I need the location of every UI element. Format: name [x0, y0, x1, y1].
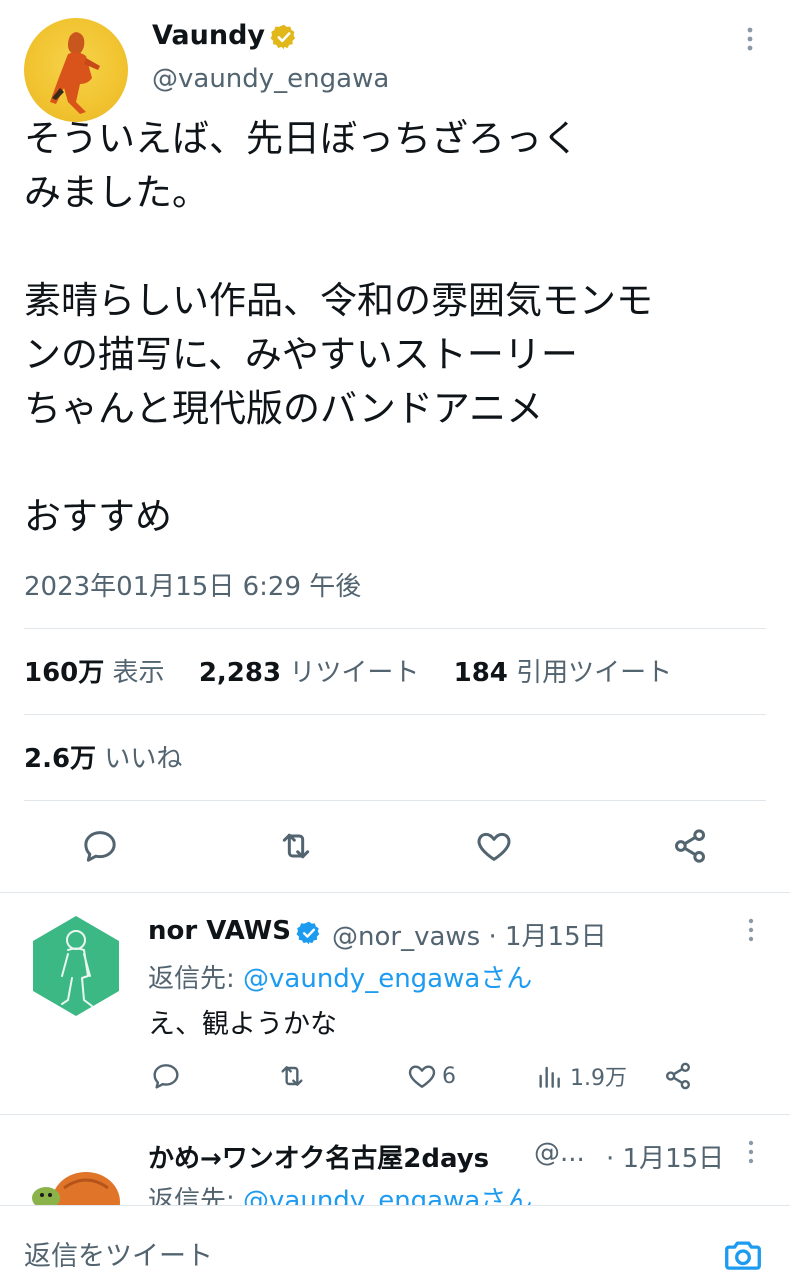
reply-tweet[interactable]: かめ→ワンオク名古屋2days @... · 1月15日 返信先: @vaund…: [0, 1114, 790, 1205]
views-label: 表示: [112, 658, 165, 688]
reply-icon: [84, 831, 116, 862]
author-avatar[interactable]: [24, 18, 128, 122]
share-icon: [666, 1062, 690, 1090]
more-icon[interactable]: [740, 24, 760, 54]
share-icon: [675, 829, 705, 863]
like-icon: [477, 832, 511, 861]
reply-to-handle[interactable]: @vaundy_engawaさん: [243, 1186, 532, 1205]
reply-avatar[interactable]: [24, 914, 128, 1018]
divider: [24, 628, 766, 629]
reply-to-prefix: 返信先:: [148, 964, 244, 994]
retweet-icon: [281, 1066, 303, 1086]
more-icon[interactable]: [742, 1138, 760, 1166]
reply-date[interactable]: · 1月15日: [606, 1138, 724, 1175]
reply-views-count: 1.9万: [570, 1066, 627, 1091]
retweets-label[interactable]: リツイート: [289, 658, 419, 688]
retweet-button[interactable]: [276, 826, 316, 866]
reply-compose-bar[interactable]: 返信をツイート: [0, 1205, 790, 1280]
engagement-stats: 160万 表示 2,283 リツイート 184 引用ツイート: [24, 652, 698, 689]
reply-to-prefix: 返信先:: [148, 1186, 244, 1205]
reply-views-button[interactable]: 1.9万: [534, 1060, 627, 1092]
views-count[interactable]: 160万: [24, 658, 104, 688]
reply-tweet[interactable]: nor VAWS @nor_vaws · 1月15日 返信先: @vaundy_…: [0, 892, 790, 1114]
author-handle[interactable]: @vaundy_engawa: [152, 64, 389, 94]
divider: [24, 714, 766, 715]
likes-count[interactable]: 2.6万: [24, 744, 96, 774]
tweet-timestamp[interactable]: 2023年01月15日 6:29 午後: [24, 566, 361, 603]
reply-to-line: 返信先: @vaundy_engawaさん: [148, 1180, 532, 1205]
camera-icon[interactable]: [722, 1234, 764, 1276]
reply-avatar[interactable]: [24, 1140, 128, 1205]
divider: [24, 800, 766, 801]
reply-to-line: 返信先: @vaundy_engawaさん: [148, 958, 532, 995]
reply-author-handle[interactable]: @nor_vaws · 1月15日: [332, 916, 607, 953]
reply-like-count: 6: [442, 1063, 456, 1089]
author-avatar-figure: [50, 32, 100, 114]
reply-author-name[interactable]: nor VAWS: [148, 916, 291, 946]
verified-badge-icon: [270, 24, 296, 50]
tweet-text: そういえば、先日ぼっちざろっく みました。 素晴らしい作品、令和の雰囲気モンモ …: [24, 117, 653, 538]
likes-stats[interactable]: 2.6万 いいね: [24, 738, 182, 775]
reply-to-handle[interactable]: @vaundy_engawaさん: [243, 964, 532, 994]
reply-text: え、観ようかな: [148, 1009, 337, 1040]
reply-avatar-image: [32, 1172, 120, 1205]
like-button[interactable]: [474, 826, 514, 866]
reply-share-button[interactable]: [662, 1060, 694, 1092]
verified-badge-icon: [296, 921, 320, 945]
reply-reply-button[interactable]: [150, 1060, 182, 1092]
retweets-count[interactable]: 2,283: [199, 658, 281, 688]
reply-icon: [153, 1064, 179, 1089]
reply-like-button[interactable]: 6: [406, 1060, 456, 1092]
reply-author-handle[interactable]: @...: [534, 1138, 585, 1168]
reply-retweet-button[interactable]: [276, 1060, 308, 1092]
more-icon[interactable]: [742, 916, 760, 944]
quotes-count[interactable]: 184: [454, 658, 508, 688]
author-name[interactable]: Vaundy: [152, 20, 265, 51]
reply-avatar-image: [33, 916, 119, 1016]
like-icon: [408, 1065, 436, 1088]
quotes-label[interactable]: 引用ツイート: [516, 658, 672, 688]
retweet-icon: [282, 833, 310, 859]
reply-author-name[interactable]: かめ→ワンオク名古屋2days: [148, 1138, 489, 1175]
share-button[interactable]: [670, 826, 710, 866]
reply-compose-input[interactable]: 返信をツイート: [24, 1234, 213, 1273]
views-icon: [539, 1066, 560, 1088]
reply-button[interactable]: [80, 826, 120, 866]
likes-label[interactable]: いいね: [104, 744, 182, 774]
